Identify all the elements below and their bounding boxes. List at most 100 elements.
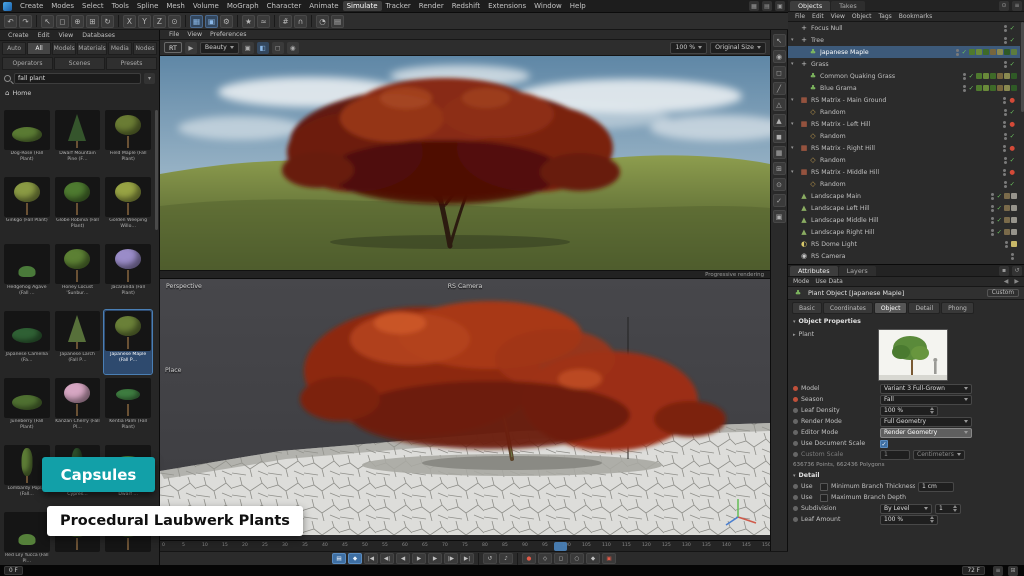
asset-menu-view[interactable]: View [55, 32, 78, 39]
material-chip[interactable] [1004, 193, 1010, 199]
tool-strip-icon-1[interactable]: ◉ [773, 50, 786, 63]
play-button[interactable]: ▶ [412, 553, 426, 564]
visibility-dot[interactable] [991, 217, 994, 220]
visibility-dots[interactable] [1004, 109, 1007, 116]
visibility-dots[interactable] [991, 193, 994, 200]
enabled-check-icon[interactable]: ✓ [1010, 60, 1015, 68]
menu-tools[interactable]: Tools [108, 1, 133, 11]
tab-coordinates[interactable]: Coordinates [823, 302, 873, 314]
keyframe-dot[interactable] [793, 495, 798, 500]
visibility-dot[interactable] [991, 197, 994, 200]
collapse-icon[interactable]: ▾ [791, 61, 799, 67]
collapse-icon[interactable]: ▾ [791, 121, 799, 127]
menu-help[interactable]: Help [566, 1, 590, 11]
leaf-density-field[interactable]: 100 % [880, 406, 938, 416]
object-row[interactable]: ▲Landscape Middle Hill✓ [788, 214, 1020, 226]
object-row[interactable]: ♣Common Quaking Grass✓ [788, 70, 1020, 82]
enabled-check-icon[interactable]: ✓ [1010, 24, 1015, 32]
keyframe-dot[interactable] [793, 484, 798, 489]
app-logo-icon[interactable] [3, 2, 12, 11]
material-chip[interactable] [1011, 85, 1017, 91]
object-properties-header[interactable]: ▾ Object Properties [788, 316, 1024, 327]
visibility-dots[interactable] [1011, 253, 1014, 260]
material-chip[interactable] [976, 49, 982, 55]
visibility-dot[interactable] [991, 229, 994, 232]
detail-header[interactable]: ▾ Detail [788, 470, 1024, 481]
plant-item[interactable]: Kentia Palm (Fall Plant) [104, 377, 152, 441]
filter-tab-media[interactable]: Media [108, 42, 132, 55]
render-pass-dropdown[interactable]: Beauty [200, 42, 239, 54]
filter-icon[interactable]: ▾ [144, 73, 155, 84]
zoom-dropdown[interactable]: 100 % [670, 42, 707, 54]
tab-phong[interactable]: Phong [941, 302, 974, 314]
scale-key-button[interactable]: ◻ [554, 553, 568, 564]
range-end-field[interactable]: 72 F [962, 566, 985, 575]
object-menu-bookmarks[interactable]: Bookmarks [896, 13, 936, 20]
range-start-field[interactable]: 0 F [4, 566, 23, 575]
filter-tab-auto[interactable]: Auto [2, 42, 26, 55]
tool-strip-icon-7[interactable]: ▦ [773, 146, 786, 159]
enabled-check-icon[interactable]: ✓ [1010, 108, 1015, 116]
material-chip[interactable] [976, 73, 982, 79]
visibility-dots[interactable] [1004, 181, 1007, 188]
object-row[interactable]: ◉RS Camera [788, 250, 1020, 262]
material-chip[interactable] [969, 49, 975, 55]
keyframe-dot[interactable] [793, 386, 798, 391]
plant-item[interactable]: Juneberry (Fall Plant) [3, 377, 51, 441]
visibility-dot[interactable] [991, 193, 994, 196]
render-view-menu-preferences[interactable]: Preferences [206, 31, 250, 38]
visibility-dots[interactable] [1003, 145, 1006, 152]
material-chip[interactable] [1011, 193, 1017, 199]
spinner-icon[interactable] [930, 407, 934, 414]
loop-button[interactable]: ↺ [483, 553, 497, 564]
visibility-dot[interactable] [1004, 113, 1007, 116]
prev-key-button[interactable]: ◀| [380, 553, 394, 564]
parameter-key-button[interactable]: ◆ [586, 553, 600, 564]
place-tool-label[interactable]: Place [165, 367, 181, 374]
custom-scale-field[interactable]: 1 [880, 450, 910, 460]
enabled-check-icon[interactable]: ✓ [997, 228, 1002, 236]
plant-item[interactable]: Ginkgo (Fall Plant) [3, 176, 51, 240]
material-chip[interactable] [990, 73, 996, 79]
menu-modes[interactable]: Modes [47, 1, 78, 11]
tool-strip-icon-4[interactable]: △ [773, 98, 786, 111]
enabled-check-icon[interactable]: ✓ [1010, 156, 1015, 164]
autokey-button[interactable]: ▣ [602, 553, 616, 564]
record-button[interactable]: ● [522, 553, 536, 564]
grid-toggle-icon[interactable]: # [279, 15, 292, 28]
visibility-dot[interactable] [1004, 41, 1007, 44]
visibility-dot[interactable] [1004, 181, 1007, 184]
layout-3-icon[interactable]: ▣ [775, 1, 785, 11]
visibility-dot[interactable] [1003, 169, 1006, 172]
display-tag-icon[interactable]: ● [1009, 96, 1015, 104]
object-row[interactable]: ▾▦RS Matrix - Main Ground● [788, 94, 1020, 106]
timeline-ruler[interactable]: 0510152025303540455055606570758085909510… [160, 540, 770, 551]
asset-menu-create[interactable]: Create [4, 32, 33, 39]
material-chip[interactable] [1004, 205, 1010, 211]
start-render-icon[interactable]: ▶ [185, 42, 197, 54]
visibility-dot[interactable] [991, 205, 994, 208]
menu-select[interactable]: Select [78, 1, 108, 11]
tool-strip-icon-11[interactable]: ▣ [773, 210, 786, 223]
plant-item[interactable]: Dwarf Mountain Pine (F… [54, 109, 102, 173]
undo-icon[interactable]: ↶ [4, 15, 17, 28]
material-chip[interactable] [983, 49, 989, 55]
min-branch-checkbox[interactable] [820, 483, 828, 491]
object-row[interactable]: ◇Random✓ [788, 130, 1020, 142]
menu-mesh[interactable]: Mesh [162, 1, 188, 11]
collapse-icon[interactable]: ▾ [791, 169, 799, 175]
visibility-dots[interactable] [1004, 133, 1007, 140]
visibility-dot[interactable] [1004, 157, 1007, 160]
material-chip[interactable] [983, 85, 989, 91]
collapse-icon[interactable]: ▾ [791, 97, 799, 103]
back-icon[interactable]: ◀ [1004, 278, 1009, 285]
category-tab-operators[interactable]: Operators [2, 57, 53, 70]
material-chip[interactable] [1011, 205, 1017, 211]
snap-toggle-icon[interactable]: ∩ [294, 15, 307, 28]
object-row[interactable]: ♣Japanese Maple✓ [788, 46, 1020, 58]
enabled-check-icon[interactable]: ✓ [969, 72, 974, 80]
visibility-dots[interactable] [1004, 25, 1007, 32]
region-render-icon[interactable]: ◻ [272, 42, 284, 54]
ab-compare-icon[interactable]: ◧ [257, 42, 269, 54]
visibility-dot[interactable] [963, 89, 966, 92]
